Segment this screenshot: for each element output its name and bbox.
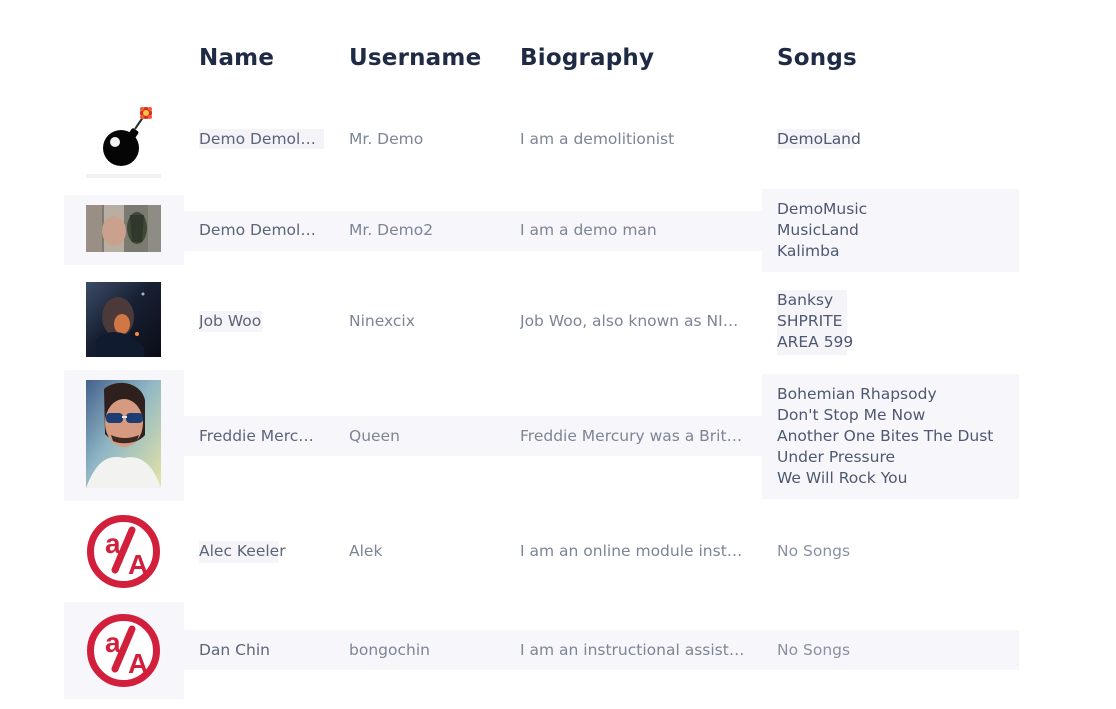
songs-cell: Banksy SHPRITE AREA 599	[777, 290, 1007, 353]
songs-cell: DemoLand	[777, 129, 1007, 150]
songs-empty-cell: No Songs	[777, 641, 851, 659]
song-item[interactable]: We Will Rock You	[777, 468, 1007, 489]
song-item[interactable]: MusicLand	[777, 220, 1007, 241]
name-header: Name	[199, 45, 275, 71]
aa-logo-icon[interactable]: a A	[86, 611, 161, 690]
name-cell: Alec Keeler	[199, 542, 286, 560]
song-item[interactable]: SHPRITE	[777, 311, 1007, 332]
biography-cell: I am a demo man	[520, 221, 657, 239]
biography-cell: Job Woo, also known as NINE...	[520, 312, 745, 330]
songs-empty-cell: No Songs	[777, 542, 851, 560]
username-cell: Queen	[349, 427, 400, 445]
name-cell: Dan Chin	[199, 641, 270, 659]
song-item[interactable]: Under Pressure	[777, 447, 1007, 468]
biography-cell: Freddie Mercury was a British ...	[520, 427, 745, 445]
avatar-photo[interactable]	[86, 205, 161, 252]
svg-text:A: A	[128, 549, 148, 580]
bomb-icon[interactable]	[86, 103, 161, 175]
songs-header: Songs	[777, 45, 857, 71]
song-item[interactable]: DemoLand	[777, 129, 1007, 150]
biography-cell: I am an online module instruc...	[520, 542, 745, 560]
name-cell: Job Woo	[199, 312, 262, 330]
username-cell: Ninexcix	[349, 312, 415, 330]
table-header: Name Username Biography Songs	[0, 45, 1116, 79]
svg-text:A: A	[128, 648, 148, 679]
name-cell: Freddie Mercury	[199, 427, 319, 445]
songs-cell: DemoMusic MusicLand Kalimba	[777, 199, 1007, 262]
song-item[interactable]: Don't Stop Me Now	[777, 405, 1007, 426]
artist-table: Name Username Biography Songs Demo Demol…	[0, 0, 1116, 709]
avatar-photo[interactable]	[86, 380, 161, 488]
name-cell: Demo Demolitionist	[199, 130, 319, 148]
song-item[interactable]: Another One Bites The Dust	[777, 426, 1007, 447]
name-cell: Demo Demolitionist	[199, 221, 319, 239]
username-cell: Mr. Demo2	[349, 221, 434, 239]
biography-cell: I am an instructional assistant ...	[520, 641, 745, 659]
song-item[interactable]: DemoMusic	[777, 199, 1007, 220]
username-cell: Mr. Demo	[349, 130, 424, 148]
aa-logo-icon[interactable]: a A	[86, 512, 161, 591]
username-cell: Alek	[349, 542, 383, 560]
songs-cell: Bohemian Rhapsody Don't Stop Me Now Anot…	[777, 384, 1007, 489]
username-header: Username	[349, 45, 482, 71]
song-item[interactable]: AREA 599	[777, 332, 1007, 353]
biography-cell: I am a demolitionist	[520, 130, 675, 148]
avatar-photo[interactable]	[86, 282, 161, 357]
song-item[interactable]: Banksy	[777, 290, 1007, 311]
biography-header: Biography	[520, 45, 655, 71]
song-item[interactable]: Kalimba	[777, 241, 1007, 262]
song-item[interactable]: Bohemian Rhapsody	[777, 384, 1007, 405]
username-cell: bongochin	[349, 641, 430, 659]
